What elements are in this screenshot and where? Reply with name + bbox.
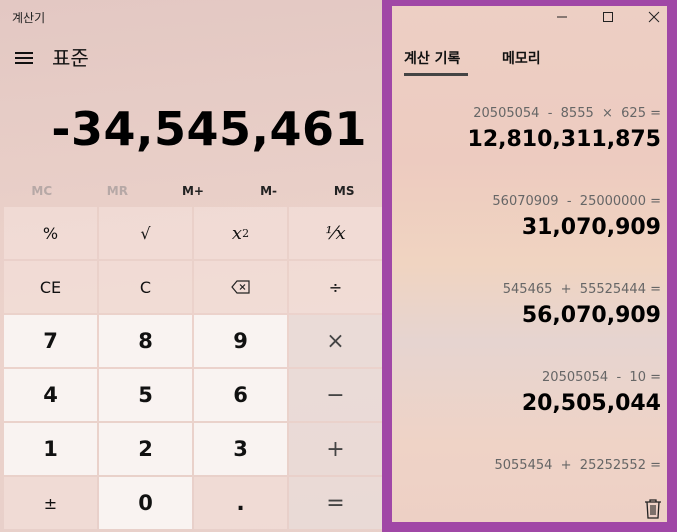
tab-history[interactable]: 계산 기록: [404, 48, 460, 68]
decimal-button[interactable]: .: [194, 477, 287, 529]
digit-3-button[interactable]: 3: [194, 423, 287, 475]
digit-1-button[interactable]: 1: [4, 423, 97, 475]
digit-2-button[interactable]: 2: [99, 423, 192, 475]
clear-entry-button[interactable]: CE: [4, 261, 97, 313]
percent-button[interactable]: %: [4, 207, 97, 259]
keypad: % √ x2 ⅟x CE C ÷ 7 8 9 × 4 5 6 − 1 2 3 +…: [4, 207, 382, 529]
minimize-icon: [557, 16, 567, 18]
square-sup: 2: [242, 226, 250, 240]
memory-add-button[interactable]: M+: [155, 178, 231, 204]
history-expression: 20505054 - 10 =: [542, 370, 661, 385]
maximize-icon: [603, 12, 613, 22]
reciprocal-button[interactable]: ⅟x: [289, 207, 382, 259]
digit-7-button[interactable]: 7: [4, 315, 97, 367]
history-expression: 20505054 - 8555 × 625 =: [473, 106, 661, 121]
sqrt-button[interactable]: √: [99, 207, 192, 259]
digit-9-button[interactable]: 9: [194, 315, 287, 367]
history-item[interactable]: 20505054 - 10 = 20,505,044: [401, 370, 661, 416]
history-result: 31,070,909: [521, 215, 661, 240]
history-item[interactable]: 56070909 - 25000000 = 31,070,909: [401, 194, 661, 240]
minimize-button[interactable]: [539, 6, 585, 28]
history-expression: 545465 + 55525444 =: [502, 282, 661, 297]
digit-5-button[interactable]: 5: [99, 369, 192, 421]
memory-row: MC MR M+ M- MS: [4, 178, 382, 204]
history-result: 20,505,044: [521, 391, 661, 416]
clear-history-button[interactable]: [643, 498, 663, 520]
clear-button[interactable]: C: [99, 261, 192, 313]
history-panel-frame: 계산 기록 메모리 20505054 - 8555 × 625 = 12,810…: [382, 0, 677, 532]
history-item[interactable]: 20505054 - 8555 × 625 = 12,810,311,875: [401, 106, 661, 152]
backspace-icon: [230, 280, 250, 294]
maximize-button[interactable]: [585, 6, 631, 28]
calculator-window: 계산기 표준 -34,545,461 MC MR M+ M- MS % √ x2…: [0, 0, 677, 532]
memory-subtract-button[interactable]: M-: [231, 178, 307, 204]
digit-6-button[interactable]: 6: [194, 369, 287, 421]
digit-4-button[interactable]: 4: [4, 369, 97, 421]
digit-0-button[interactable]: 0: [99, 477, 192, 529]
negate-button[interactable]: ±: [4, 477, 97, 529]
history-result: 12,810,311,875: [467, 127, 661, 152]
close-button[interactable]: [631, 6, 677, 28]
divide-button[interactable]: ÷: [289, 261, 382, 313]
history-item[interactable]: 545465 + 55525444 = 56,070,909: [401, 282, 661, 328]
multiply-button[interactable]: ×: [289, 315, 382, 367]
memory-store-button[interactable]: MS: [306, 178, 382, 204]
digit-8-button[interactable]: 8: [99, 315, 192, 367]
tab-underline: [404, 73, 468, 76]
backspace-button[interactable]: [194, 261, 287, 313]
history-item[interactable]: 5055454 + 25252552 =: [401, 458, 661, 473]
history-expression: 56070909 - 25000000 =: [492, 194, 661, 209]
display-value: -34,545,461: [51, 102, 367, 156]
history-result: 56,070,909: [521, 303, 661, 328]
equals-button[interactable]: =: [289, 477, 382, 529]
history-expression: 5055454 + 25252552 =: [494, 458, 661, 473]
history-panel: 계산 기록 메모리 20505054 - 8555 × 625 = 12,810…: [392, 6, 667, 522]
plus-button[interactable]: +: [289, 423, 382, 475]
tab-memory[interactable]: 메모리: [502, 48, 541, 68]
close-icon: [648, 11, 660, 23]
hamburger-icon[interactable]: [15, 52, 33, 64]
memory-clear-button[interactable]: MC: [4, 178, 80, 204]
square-label: x: [231, 222, 243, 244]
square-button[interactable]: x2: [194, 207, 287, 259]
minus-button[interactable]: −: [289, 369, 382, 421]
memory-recall-button[interactable]: MR: [80, 178, 156, 204]
mode-title: 표준: [52, 46, 89, 70]
trash-icon: [645, 499, 661, 519]
window-title: 계산기: [12, 11, 46, 25]
